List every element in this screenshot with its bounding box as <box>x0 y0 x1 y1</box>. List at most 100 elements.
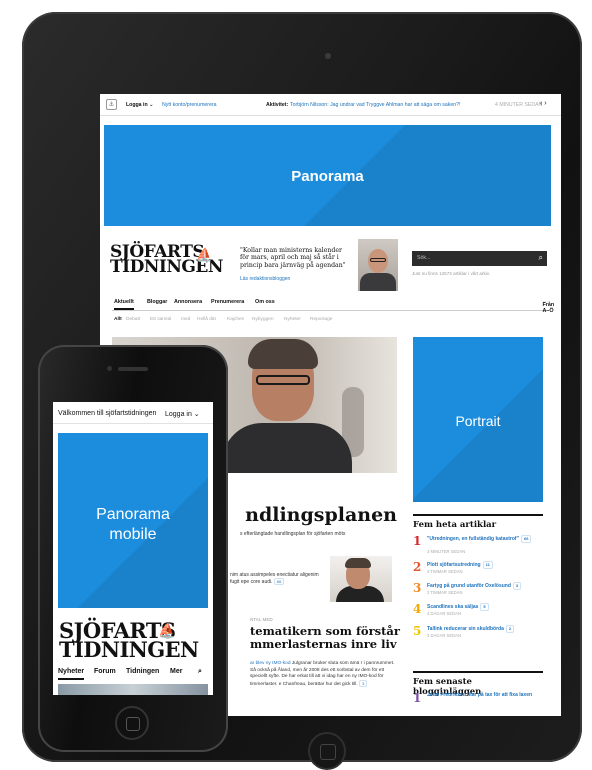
section-label: NTAL MED <box>250 617 273 622</box>
search-hint: Just nu finns 12573 artiklar i vårt arki… <box>412 271 491 276</box>
nav-prenumerera[interactable]: Prenumerera <box>211 299 244 305</box>
hot-article-link[interactable]: Fartyg på grund utanför Oxelösund 3 <box>427 582 539 590</box>
iphone-home-button[interactable] <box>115 706 149 740</box>
search-input[interactable]: Sök... ⌕ <box>412 251 547 266</box>
top-bar: ⚓ Logga in ⌄ Nytt konto/prenumerera Akti… <box>100 94 561 116</box>
main-nav: Aktuellt Bloggar Annonsera Prenumerera O… <box>112 296 554 314</box>
ship-logo-icon[interactable]: ⚓ <box>106 99 117 110</box>
rank-number: 3 <box>413 581 422 595</box>
search-icon[interactable]: ⌕ <box>539 253 543 263</box>
hot-article-time: 3 MINUTER SEDAN <box>427 549 466 554</box>
hot-article-time: 4 TIMMAR SEDAN <box>427 569 463 574</box>
editorial-blog-link[interactable]: Läs redaktionsbloggen <box>240 276 290 282</box>
nav-om-oss[interactable]: Om oss <box>255 299 275 305</box>
mobile-login-label: Logga in <box>165 411 192 418</box>
feature-lead: ar blev ny IMO-kod Julgranar bruker slut… <box>250 661 398 688</box>
mobile-article-image[interactable] <box>58 684 208 695</box>
new-account-link[interactable]: Nytt konto/prenumerera <box>162 102 217 108</box>
panorama-banner[interactable]: Panorama <box>104 125 551 226</box>
comment-count-badge[interactable]: 2 <box>505 625 515 633</box>
blog-item-link[interactable]: John Fredriksen litar på tax för att fix… <box>427 692 539 698</box>
hot-article-link[interactable]: Scandlines ska säljas 5 <box>427 603 539 611</box>
rank-number: 4 <box>413 602 422 616</box>
mobile-panorama-banner[interactable]: Panorama mobile <box>58 433 208 608</box>
activity-arrows[interactable]: ‹ › <box>540 100 547 107</box>
subnav-item[interactable]: Reportage <box>310 317 332 322</box>
comment-count-badge[interactable]: 3 <box>359 679 368 687</box>
mobile-nav-tidningen[interactable]: Tidningen <box>126 668 159 675</box>
hot-article-item[interactable]: 1 "Utredningen, en fullständig katastrof… <box>413 534 543 558</box>
sub-nav: Allt Debatt Ett samtal med Hellå där Kaj… <box>112 317 549 326</box>
nav-a-z-menu[interactable]: Från A–Ö ⌄ <box>542 299 554 314</box>
ipad-camera <box>325 53 331 59</box>
subnav-item[interactable]: Hellå där <box>197 317 216 322</box>
rank-number: 2 <box>413 560 422 574</box>
mobile-nav-mer[interactable]: Mer <box>170 668 182 675</box>
nav-a-z-label: Från A–Ö <box>542 302 555 314</box>
activity-link[interactable]: Torbjörn Nilsson: Jag undrar vad Tryggve… <box>290 102 500 108</box>
iphone-screen: Välkommen till sjöfartstidningen Logga i… <box>53 402 213 695</box>
nav-annonsera[interactable]: Annonsera <box>174 299 202 305</box>
hot-article-title: Scandlines ska säljas <box>427 604 479 610</box>
search-icon[interactable]: ⌕ <box>198 668 202 676</box>
comment-count-badge[interactable]: 5 <box>480 603 489 611</box>
subnav-item[interactable]: Debatt <box>126 317 140 322</box>
subnav-item[interactable]: med <box>181 317 190 322</box>
hot-article-title: Plott sjöfartsutredning <box>427 562 481 568</box>
iphone-device: Välkommen till sjöfartstidningen Logga i… <box>38 345 228 752</box>
hot-article-time: 3 DAGAR SEDAN <box>427 633 461 638</box>
subnav-item[interactable]: Nybyggen <box>252 317 274 322</box>
hot-articles-heading: Fem heta artiklar <box>413 514 543 530</box>
ship-icon: ⛵ <box>158 622 176 638</box>
mobile-welcome: Välkommen till sjöfartstidningen <box>58 410 157 417</box>
hot-article-time: 2 TIMMAR SEDAN <box>427 590 463 595</box>
rank-number: 5 <box>413 624 422 638</box>
hot-article-link[interactable]: Plott sjöfartsutredning 11 <box>427 561 539 569</box>
comment-count-badge[interactable]: 3 <box>512 582 522 590</box>
ipad-home-button[interactable] <box>308 732 346 770</box>
masthead: SJÖFARTS TIDNINGEN ⛵ "Kollar man ministe… <box>110 239 550 291</box>
teaser-photo[interactable] <box>330 556 392 602</box>
editorial-quote: "Kollar man ministerns kalender för mars… <box>240 247 346 269</box>
mobile-nav-nyheter[interactable]: Nyheter <box>58 668 85 680</box>
hot-article-item[interactable]: 4 Scandlines ska säljas 5 4 DAGAR SEDAN <box>413 602 543 626</box>
mobile-site-logo[interactable]: SJÖFARTS TIDNINGEN <box>59 620 199 662</box>
comment-count-badge[interactable]: 66 <box>520 535 532 543</box>
hot-article-title: "Utredningen, en fullständig katastrof" <box>427 536 519 542</box>
mobile-panorama-label: Panorama mobile <box>96 506 170 543</box>
comment-count-badge[interactable]: 11 <box>482 561 493 569</box>
hot-article-time: 4 DAGAR SEDAN <box>427 611 461 616</box>
login-menu[interactable]: Logga in ⌄ <box>126 102 153 108</box>
mobile-nav: Nyheter Forum Tidningen Mer ⌕ <box>58 665 208 681</box>
teaser-text: nim atus assimpeles enectiatur aligenim … <box>230 572 325 585</box>
hot-article-item[interactable]: 5 Tallink reducerar sin skuldbörda 2 3 DA… <box>413 624 543 648</box>
mobile-login-menu[interactable]: Logga in ⌄ <box>165 410 200 418</box>
activity-label: Aktivitet: <box>266 102 289 108</box>
hot-article-title: Tallink reducerar sin skuldbörda <box>427 626 504 632</box>
subnav-item[interactable]: Allt <box>114 317 122 322</box>
hot-article-link[interactable]: Tallink reducerar sin skuldbörda 2 <box>427 625 539 633</box>
portrait-label: Portrait <box>455 413 501 429</box>
nav-aktuellt[interactable]: Aktuellt <box>114 299 134 310</box>
mobile-top-bar: Välkommen till sjöfartstidningen Logga i… <box>53 402 213 424</box>
subnav-item[interactable]: Nyheter <box>284 317 301 322</box>
feature-headline[interactable]: tematikern som förstår mmerlasternas inr… <box>250 625 410 651</box>
rank-number: 1 <box>413 691 422 705</box>
hot-article-link[interactable]: "Utredningen, en fullständig katastrof" 6… <box>427 535 539 543</box>
subnav-item[interactable]: Ett samtal <box>150 317 171 322</box>
feature-lead-link[interactable]: ar blev ny IMO-kod <box>250 661 291 666</box>
iphone-camera <box>107 366 112 371</box>
subnav-item[interactable]: Kajchen <box>227 317 244 322</box>
editor-photo <box>358 239 398 291</box>
mobile-nav-forum[interactable]: Forum <box>94 668 116 675</box>
portrait-ad[interactable]: Portrait <box>413 337 543 502</box>
hero-lead: s efterlängtade handlingsplan för sjöfar… <box>240 531 346 537</box>
mobile-logo-line-2: TIDNINGEN <box>59 637 199 662</box>
nav-bloggar[interactable]: Bloggar <box>147 299 167 305</box>
panorama-label: Panorama <box>291 168 364 185</box>
search-placeholder: Sök... <box>417 255 431 261</box>
ship-icon: ⛵ <box>196 247 213 262</box>
rank-number: 1 <box>413 534 422 548</box>
comment-count-badge[interactable]: 66 <box>273 577 285 585</box>
iphone-speaker <box>118 367 148 371</box>
